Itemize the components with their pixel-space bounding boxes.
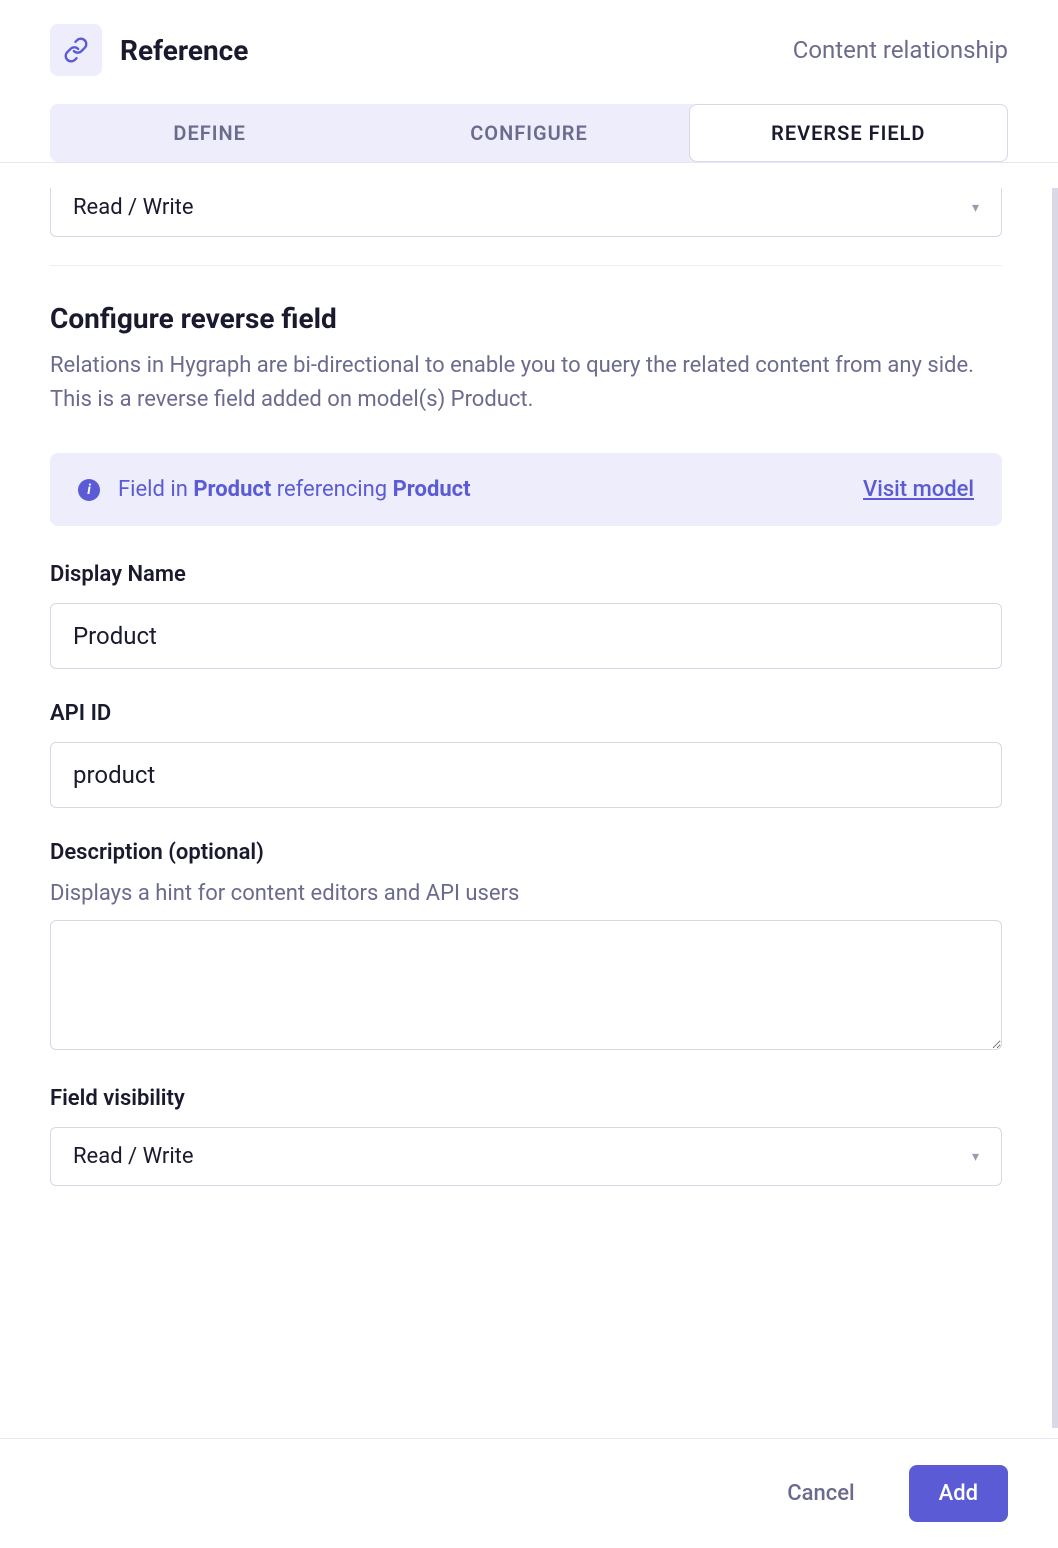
tab-bar: Define Configure Reverse field	[50, 104, 1008, 162]
api-id-label: API ID	[50, 701, 1002, 726]
banner-mid: referencing	[271, 477, 392, 502]
tab-reverse-field[interactable]: Reverse field	[689, 104, 1008, 162]
dialog-footer: Cancel Add	[0, 1438, 1058, 1548]
description-hint: Displays a hint for content editors and …	[50, 881, 1002, 906]
dialog-subtitle: Content relationship	[793, 36, 1008, 64]
section-description: Relations in Hygraph are bi-directional …	[50, 349, 1002, 417]
banner-prefix: Field in	[118, 477, 193, 502]
dialog-title: Reference	[120, 34, 248, 67]
info-icon: i	[78, 479, 100, 501]
visit-model-link[interactable]: Visit model	[863, 477, 974, 502]
previous-visibility-select[interactable]: Read / Write ▾	[50, 188, 1002, 237]
visibility-group: Field visibility Read / Write ▾	[50, 1086, 1002, 1186]
banner-model-2: Product	[393, 477, 471, 502]
visibility-select[interactable]: Read / Write ▾	[50, 1127, 1002, 1186]
dialog-header: Reference Content relationship Define Co…	[0, 0, 1058, 163]
header-left: Reference	[50, 24, 248, 76]
cancel-button[interactable]: Cancel	[757, 1465, 884, 1522]
previous-visibility-field: Read / Write ▾	[50, 188, 1002, 237]
api-id-input[interactable]	[50, 742, 1002, 808]
select-value: Read / Write	[73, 195, 194, 220]
chevron-down-icon: ▾	[972, 1149, 979, 1165]
visibility-value: Read / Write	[73, 1144, 194, 1169]
api-id-group: API ID	[50, 701, 1002, 808]
info-text: i Field in Product referencing Product	[78, 477, 471, 502]
add-button[interactable]: Add	[909, 1465, 1008, 1522]
section-title: Configure reverse field	[50, 302, 1002, 335]
banner-model-1: Product	[193, 477, 271, 502]
description-label: Description (optional)	[50, 840, 1002, 865]
reference-icon	[50, 24, 102, 76]
chevron-down-icon: ▾	[972, 200, 979, 216]
info-banner: i Field in Product referencing Product V…	[50, 453, 1002, 526]
header-top-row: Reference Content relationship	[50, 24, 1008, 76]
visibility-label: Field visibility	[50, 1086, 1002, 1111]
tab-define[interactable]: Define	[50, 104, 369, 162]
display-name-group: Display Name	[50, 562, 1002, 669]
description-textarea[interactable]	[50, 920, 1002, 1050]
form-scroll-area[interactable]: Read / Write ▾ Configure reverse field R…	[0, 188, 1058, 1428]
display-name-input[interactable]	[50, 603, 1002, 669]
description-group: Description (optional) Displays a hint f…	[50, 840, 1002, 1054]
section-divider	[50, 265, 1002, 266]
display-name-label: Display Name	[50, 562, 1002, 587]
tab-configure[interactable]: Configure	[369, 104, 688, 162]
